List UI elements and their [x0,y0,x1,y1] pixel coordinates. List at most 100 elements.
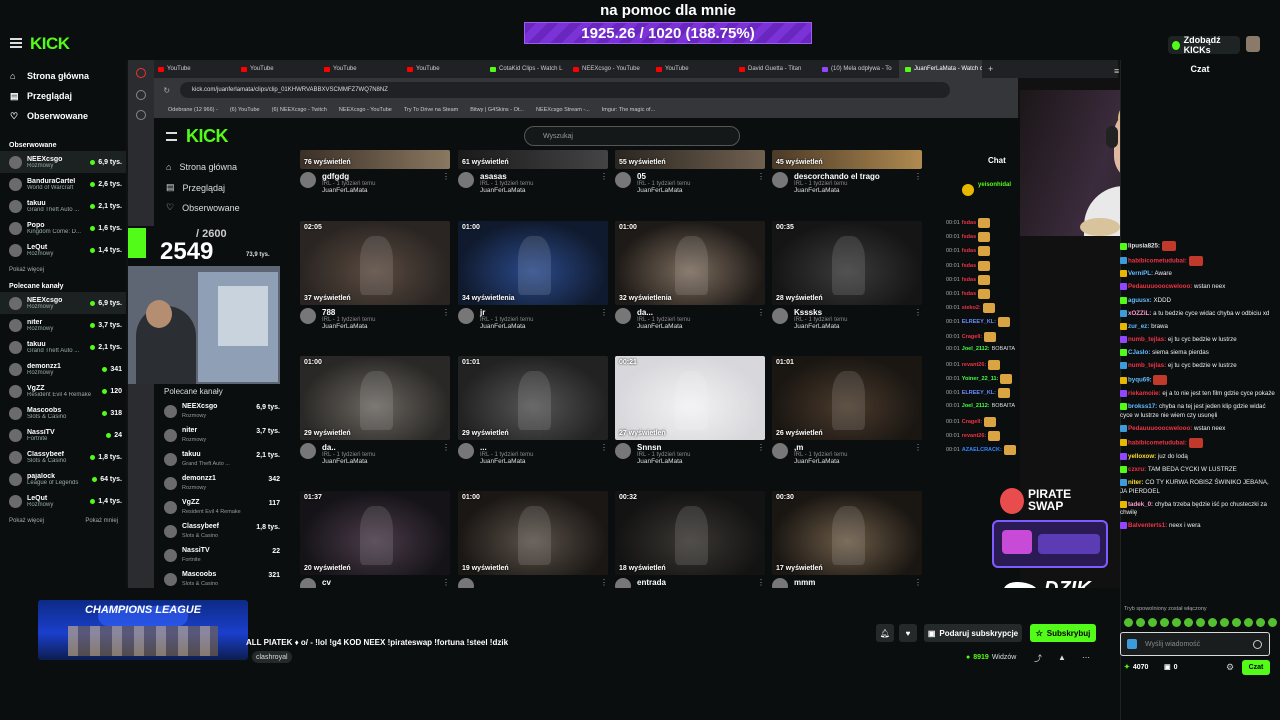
clip-card[interactable]: 61 wyświetleń asasas IRL - 1 tydzień temu J… [458,150,608,194]
browser-tab[interactable]: David Guetta - Titan [733,60,816,78]
kick-logo[interactable]: KICK [30,34,70,54]
clip-author[interactable]: JuanFerLaMata [322,187,436,194]
clip-card[interactable]: 01:00 19 wyświetleń ⋮ [458,491,608,594]
sidebar-channel[interactable]: Popo Kingdom Come: D... 1,6 tys. [0,217,126,239]
clip-title[interactable]: ... [480,443,594,452]
inner-nav-item[interactable]: ▤ Przeglądaj [166,182,225,193]
inner-channel[interactable]: Classybeef Slots & Casino 1,8 tys. [164,522,280,544]
chat-username[interactable]: Balventerts1: [1128,522,1167,529]
sidebar-channel[interactable]: Classybeef Slots & Casino 1,8 tys. [0,446,126,468]
get-kicks-button[interactable]: Zdobądź KICKs [1168,35,1240,55]
browser-tab[interactable]: YouTube [401,60,484,78]
more-options-icon[interactable]: ⋮ [757,172,765,194]
clip-title[interactable]: 788 [322,308,436,317]
clip-card[interactable]: 45 wyświetleń descorchando el trago IRL - … [772,150,922,194]
sidebar-channel[interactable]: takuu Grand Theft Auto ... 2,1 tys. [0,336,126,358]
clip-card[interactable]: 00:35 28 wyświetleń Ksssks IRL - 1 tydzień … [772,221,922,330]
clip-title[interactable]: asasas [480,172,594,181]
inner-channel[interactable]: NEEXcsgo Rozmowy 6,9 tys. [164,402,280,424]
inner-kick-logo[interactable]: KICK [186,126,229,147]
user-avatar[interactable] [1246,36,1260,52]
sidebar-channel[interactable]: NassiTV Fortnite 24 [0,424,126,446]
show-less-link[interactable]: Pokaż mniej [85,518,118,524]
sidebar-nav-item[interactable]: ♡ Obserwowane [0,106,126,126]
reload-icon[interactable]: ↻ [163,86,170,95]
clip-title[interactable]: Snnsn [637,443,751,452]
gift-count[interactable]: ▣ 0 [1164,663,1178,672]
more-options-icon[interactable]: ⋮ [757,308,765,330]
sidebar-nav-item[interactable]: ▤ Przeglądaj [0,86,126,106]
clip-author[interactable]: JuanFerLaMata [480,187,594,194]
sidebar-channel[interactable]: LeQut Rozmowy 1,4 tys. [0,239,126,261]
clip-thumbnail[interactable]: 55 wyświetleń [615,150,765,169]
chat-username[interactable]: aguusx: [1128,297,1152,304]
chat-username[interactable]: riekamoiie: [1128,390,1161,397]
inner-nav-item[interactable]: ⌂ Strona główna [166,162,237,172]
chat-username[interactable]: numb_tejlas: [1128,362,1166,369]
clip-card[interactable]: 00:30 17 wyświetleń mmm ⋮ [772,491,922,594]
clip-card[interactable]: 01:00 32 wyświetlenia da... IRL - 1 tydzień… [615,221,765,330]
clip-card[interactable]: 01:00 29 wyświetleń da.. IRL - 1 tydzień te… [300,356,450,465]
clip-thumbnail[interactable]: 00:35 28 wyświetleń [772,221,922,305]
clip-card[interactable]: 00:32 18 wyświetleń entrada ⋮ [615,491,765,594]
clip-author[interactable]: JuanFerLaMata [794,187,908,194]
menu-icon[interactable] [10,38,22,48]
browser-tab[interactable]: JuanFerLaMata - Watch c [899,60,982,78]
bookmark-item[interactable]: NEEXcsgo - YouTube [339,107,392,113]
clip-title[interactable]: da.. [322,443,436,452]
clip-title[interactable]: gdfgdg [322,172,436,181]
sidebar-nav-item[interactable]: ⌂ Strona główna [0,66,126,86]
more-options-icon[interactable]: ⋮ [914,443,922,465]
chat-username[interactable]: yelloxow: [1128,453,1156,460]
sidebar-channel[interactable]: NEEXcsgo Rozmowy 6,9 tys. [0,151,126,173]
bell-icon[interactable]: 🔔︎ [876,624,894,642]
clip-thumbnail[interactable]: 01:00 29 wyświetleń [300,356,450,440]
clip-thumbnail[interactable]: 01:01 29 wyświetleń [458,356,608,440]
clip-title[interactable]: da... [637,308,751,317]
sidebar-channel[interactable]: pajalock League of Legends 64 tys. [0,468,126,490]
clip-thumbnail[interactable]: 02:05 37 wyświetleń [300,221,450,305]
show-more-link[interactable]: Pokaż więcej [9,267,44,273]
more-options-icon[interactable]: ⋮ [600,172,608,194]
more-options-icon[interactable]: ⋮ [600,308,608,330]
inner-channel[interactable]: VgZZ Resident Evil 4 Remake 117 [164,498,280,520]
new-tab-icon[interactable]: + [982,64,999,74]
clip-thumbnail[interactable]: 61 wyświetleń [458,150,608,169]
clip-author[interactable]: JuanFerLaMata [637,458,751,465]
clip-thumbnail[interactable]: 01:00 34 wyświetlenia [458,221,608,305]
subscribe-button[interactable]: ☆ Subskrybuj [1030,624,1096,642]
clip-author[interactable]: JuanFerLaMata [794,458,908,465]
clip-thumbnail[interactable]: 00:30 17 wyświetleń [772,491,922,575]
bookmark-item[interactable]: Bitwy | G4Skins - Ot... [470,107,524,113]
inner-search-input[interactable]: Wyszukaj [524,126,740,146]
clip-author[interactable]: JuanFerLaMata [480,323,594,330]
browser-tab[interactable]: YouTube [235,60,318,78]
browser-tab[interactable]: CotaKid Clips - Watch L [484,60,567,78]
clip-author[interactable]: JuanFerLaMata [794,323,908,330]
chat-username[interactable]: habibicometudubai: [1128,257,1187,264]
clip-title[interactable]: ,m [794,443,908,452]
badge-icon[interactable] [1127,639,1137,649]
clip-author[interactable]: JuanFerLaMata [637,323,751,330]
clip-author[interactable]: JuanFerLaMata [322,323,436,330]
category-tag[interactable]: clashroyal [252,651,292,663]
gift-sub-button[interactable]: ▣ Podaruj subskrypcje [924,624,1022,642]
clip-card[interactable]: 01:37 20 wyświetleń cv ⋮ [300,491,450,594]
chat-username[interactable]: CJaslo: [1128,349,1150,356]
bookmark-item[interactable]: (6) YouTube [230,107,260,113]
clip-title[interactable]: descorchando el trago [794,172,908,181]
browser-tab[interactable]: YouTube [152,60,235,78]
browser-tab[interactable]: NEEXcsgo - YouTube [567,60,650,78]
clip-thumbnail[interactable]: 01:00 19 wyświetleń [458,491,608,575]
bookmark-item[interactable]: (6) NEEXcsgo - Twitch [272,107,327,113]
clip-title[interactable]: mmm [794,578,908,587]
more-options-icon[interactable]: ⋮ [914,172,922,194]
inner-menu-icon[interactable] [166,132,177,141]
clip-card[interactable]: 02:05 37 wyświetleń 788 IRL - 1 tydzień tem… [300,221,450,330]
clip-card[interactable]: 76 wyświetleń gdfgdg IRL - 1 tydzień temu J… [300,150,450,194]
inner-channel[interactable]: niter Rozmowy 3,7 tys. [164,426,280,448]
chat-username[interactable]: czxru: [1128,466,1146,473]
chat-username[interactable]: VerniPL: [1128,270,1153,277]
sidebar-channel[interactable]: NEEXcsgo Rozmowy 6,9 tys. [0,292,126,314]
clip-author[interactable]: JuanFerLaMata [322,458,436,465]
